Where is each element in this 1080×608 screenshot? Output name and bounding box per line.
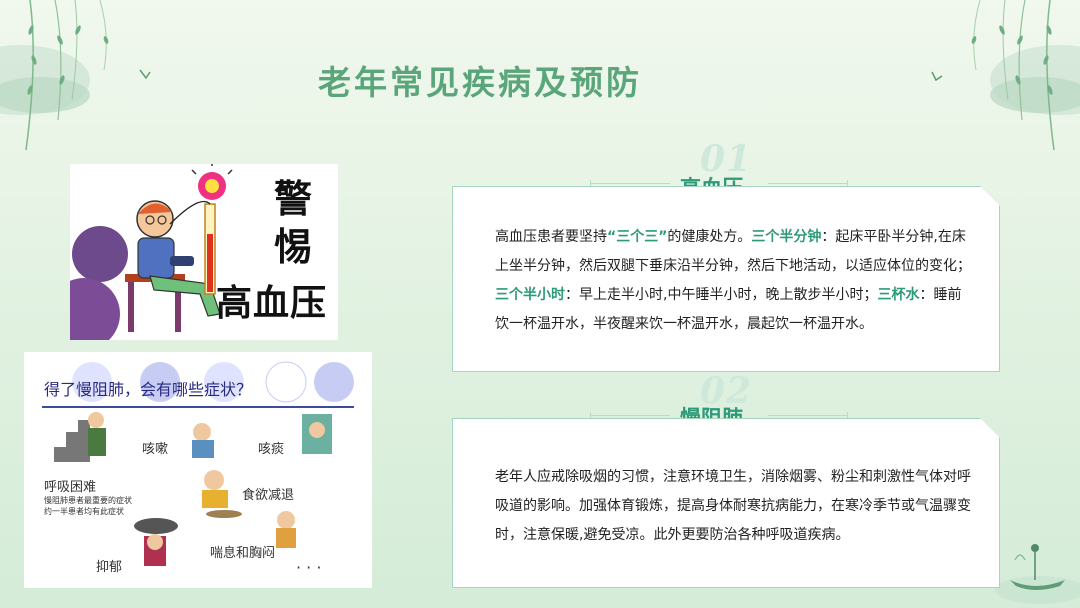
- section-02-tick-right: [847, 412, 848, 418]
- warning-char-1: 警: [274, 177, 313, 221]
- symptom-dyspnea: 呼吸困难: [44, 480, 97, 495]
- symptom-note-2: 约一半患者均有此症状: [44, 507, 124, 516]
- willow-decoration-left: [0, 0, 151, 151]
- section-01-tick-left: [590, 180, 591, 186]
- symptom-cough: 咳嗽: [142, 442, 169, 457]
- copd-question: 得了慢阻肺，会有哪些症状？: [44, 380, 253, 399]
- section-01-line-left: [590, 183, 670, 184]
- hypertension-panel: 高血压患者要坚持“三个三”的健康处方。三个半分钟：起床平卧半分钟,在床上坐半分钟…: [452, 186, 1000, 372]
- hypertension-sign-word: 高血压: [216, 283, 328, 324]
- symptom-wheeze: 喘息和胸闷: [210, 546, 276, 561]
- body-text: 的健康处方。: [667, 229, 752, 245]
- symptom-note-1: 慢阻肺患者最重要的症状: [44, 496, 132, 505]
- highlight-text: 三个半小时: [495, 287, 565, 303]
- section-02-tick-left: [590, 412, 591, 418]
- hypertension-illustration: 警 惕 高血压: [70, 164, 338, 340]
- section-01-line-right: [768, 183, 848, 184]
- symptom-more: · · ·: [296, 558, 322, 577]
- body-text: 高血压患者要坚持: [495, 229, 607, 245]
- section-02-line-left: [590, 415, 670, 416]
- copd-panel: 老年人应戒除吸烟的习惯，注意环境卫生，消除烟雾、粉尘和刺激性气体对呼吸道的影响。…: [452, 418, 1000, 588]
- symptom-appetite: 食欲减退: [242, 488, 295, 503]
- page-title: 老年常见疾病及预防: [318, 63, 642, 102]
- highlight-text: 三个半分钟: [751, 229, 822, 245]
- symptom-sputum: 咳痰: [258, 442, 285, 457]
- highlight-text: 三杯水: [877, 287, 920, 303]
- copd-text: 老年人应戒除吸烟的习惯，注意环境卫生，消除烟雾、粉尘和刺激性气体对呼吸道的影响。…: [495, 463, 975, 550]
- boat-decoration: [995, 544, 1080, 604]
- slide: 老年常见疾病及预防 警 惕 高血压 得了慢阻肺，会有哪些症状？ 咳嗽 咳痰 呼吸…: [0, 0, 1080, 608]
- body-text: ：早上走半小时,中午睡半小时，晚上散步半小时；: [565, 287, 878, 303]
- section-02-line-right: [768, 415, 848, 416]
- hypertension-text: 高血压患者要坚持“三个三”的健康处方。三个半分钟：起床平卧半分钟,在床上坐半分钟…: [495, 223, 975, 339]
- willow-decoration-right: [931, 0, 1080, 151]
- alarm-burst-icon: [191, 164, 233, 200]
- section-01-tick-right: [847, 180, 848, 186]
- body-text: 老年人应戒除吸烟的习惯，注意环境卫生，消除烟雾、粉尘和刺激性气体对呼吸道的影响。…: [495, 469, 971, 543]
- copd-symptoms-illustration: 得了慢阻肺，会有哪些症状？ 咳嗽 咳痰 呼吸困难 慢阻肺患者最重要的症状 约一半…: [24, 352, 372, 588]
- highlight-text: “三个三”: [607, 229, 668, 245]
- warning-char-2: 惕: [274, 225, 313, 269]
- symptom-depression: 抑郁: [96, 560, 123, 575]
